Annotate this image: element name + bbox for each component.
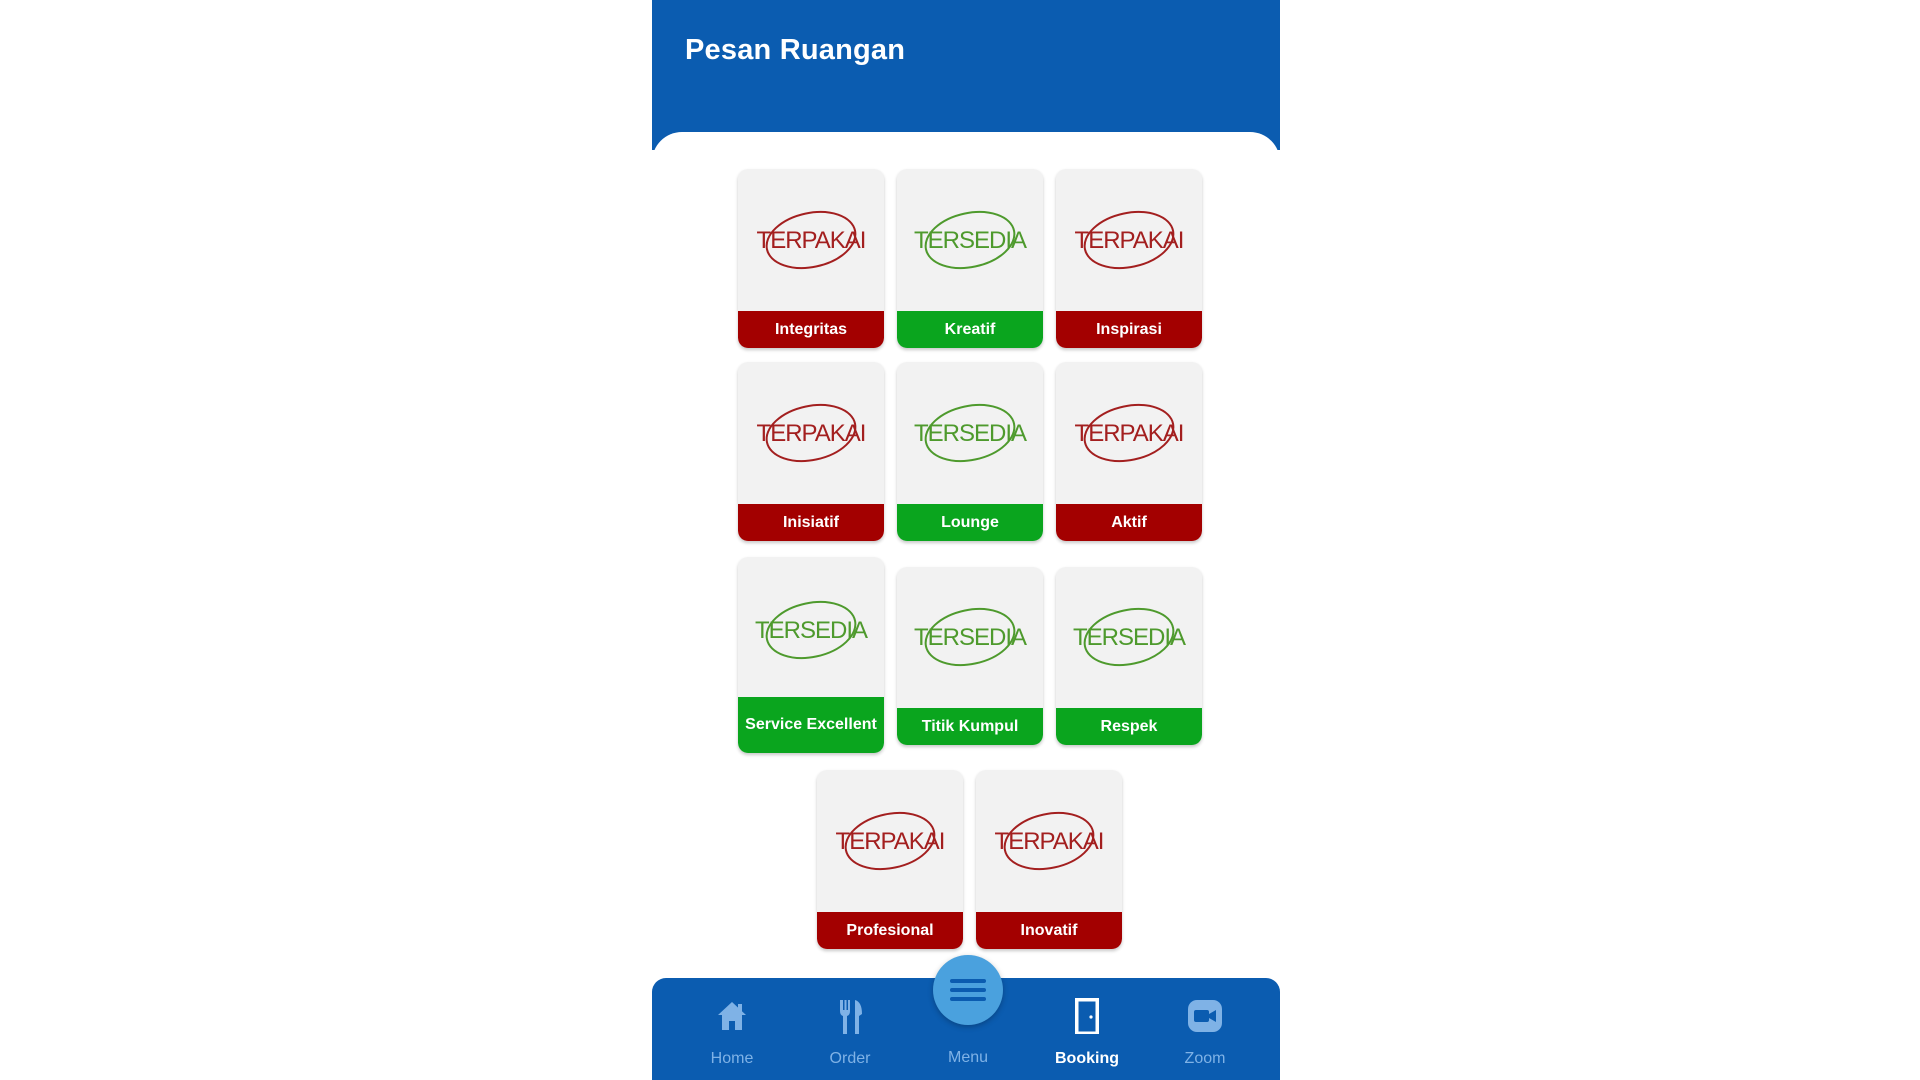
- room-name-label: Respek: [1056, 708, 1202, 745]
- nav-label-zoom: Zoom: [1184, 1050, 1226, 1067]
- room-status-text: TERPAKAI: [757, 227, 866, 254]
- tersedia-stamp-icon: TERSEDIA: [1073, 607, 1187, 667]
- home-icon: [718, 1002, 746, 1030]
- room-name-label: Inovatif: [976, 912, 1122, 949]
- nav-label-home: Home: [710, 1050, 754, 1067]
- status-logo: TERSEDIA: [897, 362, 1043, 504]
- room-status-text: TERSEDIA: [914, 227, 1027, 254]
- room-card[interactable]: TERPAKAI Integritas: [738, 169, 884, 348]
- phone-screen: Pesan Ruangan TERPAKAI Integritas TERSEDIA…: [652, 0, 1280, 1080]
- page-title: Pesan Ruangan: [685, 34, 906, 66]
- room-name-label: Profesional: [817, 912, 963, 949]
- room-status-text: TERSEDIA: [914, 420, 1027, 447]
- status-logo: TERPAKAI: [817, 770, 963, 912]
- nav-item-order[interactable]: Order: [805, 978, 895, 1080]
- room-card[interactable]: TERSEDIA Service Excellent: [738, 557, 884, 753]
- status-logo: TERPAKAI: [1056, 169, 1202, 311]
- terpakai-stamp-icon: TERPAKAI: [836, 811, 945, 871]
- room-status-text: TERPAKAI: [757, 420, 866, 447]
- room-card[interactable]: TERSEDIA Titik Kumpul: [897, 567, 1043, 745]
- room-card[interactable]: TERPAKAI Inovatif: [976, 770, 1122, 949]
- room-name-label: Inspirasi: [1056, 311, 1202, 348]
- content-panel: TERPAKAI Integritas TERSEDIA Kreatif TERPAKA…: [652, 132, 1280, 1012]
- status-logo: TERSEDIA: [1056, 567, 1202, 707]
- nav-label-menu: Menu: [947, 1049, 989, 1066]
- room-card[interactable]: TERPAKAI Profesional: [817, 770, 963, 949]
- room-name-label: Inisiatif: [738, 504, 884, 541]
- door-icon: [1075, 998, 1099, 1034]
- room-name-label: Service Excellent: [738, 697, 884, 753]
- terpakai-stamp-icon: TERPAKAI: [757, 210, 866, 270]
- terpakai-stamp-icon: TERPAKAI: [1075, 210, 1184, 270]
- room-status-text: TERPAKAI: [836, 828, 945, 855]
- hamburger-menu-icon: [950, 979, 986, 1001]
- tersedia-stamp-icon: TERSEDIA: [914, 607, 1028, 667]
- menu-fab-button[interactable]: [933, 955, 1003, 1025]
- room-name-label: Kreatif: [897, 311, 1043, 348]
- room-name-label: Titik Kumpul: [897, 708, 1043, 745]
- status-logo: TERPAKAI: [738, 362, 884, 504]
- tersedia-stamp-icon: TERSEDIA: [914, 403, 1028, 463]
- terpakai-stamp-icon: TERPAKAI: [757, 403, 866, 463]
- room-name-label: Aktif: [1056, 504, 1202, 541]
- tersedia-stamp-icon: TERSEDIA: [755, 600, 869, 660]
- room-card[interactable]: TERSEDIA Respek: [1056, 567, 1202, 745]
- room-status-text: TERPAKAI: [995, 828, 1104, 855]
- status-logo: TERPAKAI: [976, 770, 1122, 912]
- terpakai-stamp-icon: TERPAKAI: [1075, 403, 1184, 463]
- room-status-text: TERPAKAI: [1075, 420, 1184, 447]
- room-card[interactable]: TERSEDIA Kreatif: [897, 169, 1043, 348]
- room-name-label: Integritas: [738, 311, 884, 348]
- room-grid: TERPAKAI Integritas TERSEDIA Kreatif TERPAKA…: [652, 132, 1280, 972]
- status-logo: TERPAKAI: [738, 169, 884, 311]
- room-status-text: TERSEDIA: [914, 624, 1027, 651]
- room-name-label: Lounge: [897, 504, 1043, 541]
- terpakai-stamp-icon: TERPAKAI: [995, 811, 1104, 871]
- room-card[interactable]: TERPAKAI Inisiatif: [738, 362, 884, 541]
- room-status-text: TERSEDIA: [1073, 624, 1186, 651]
- status-logo: TERSEDIA: [738, 557, 884, 703]
- room-card[interactable]: TERPAKAI Aktif: [1056, 362, 1202, 541]
- tersedia-stamp-icon: TERSEDIA: [914, 210, 1028, 270]
- room-status-text: TERPAKAI: [1075, 227, 1184, 254]
- room-card[interactable]: TERPAKAI Inspirasi: [1056, 169, 1202, 348]
- nav-label-order: Order: [829, 1050, 871, 1067]
- room-card[interactable]: TERSEDIA Lounge: [897, 362, 1043, 541]
- nav-label-booking: Booking: [1055, 1050, 1119, 1067]
- status-logo: TERSEDIA: [897, 567, 1043, 707]
- app-header: Pesan Ruangan: [652, 0, 1280, 150]
- video-camera-icon: [1188, 1000, 1222, 1032]
- nav-item-booking[interactable]: Booking: [1042, 978, 1132, 1080]
- nav-item-home[interactable]: Home: [687, 978, 777, 1080]
- fork-knife-icon: [840, 1000, 862, 1034]
- status-logo: TERPAKAI: [1056, 362, 1202, 504]
- room-status-text: TERSEDIA: [755, 617, 868, 644]
- status-logo: TERSEDIA: [897, 169, 1043, 311]
- nav-item-zoom[interactable]: Zoom: [1160, 978, 1250, 1080]
